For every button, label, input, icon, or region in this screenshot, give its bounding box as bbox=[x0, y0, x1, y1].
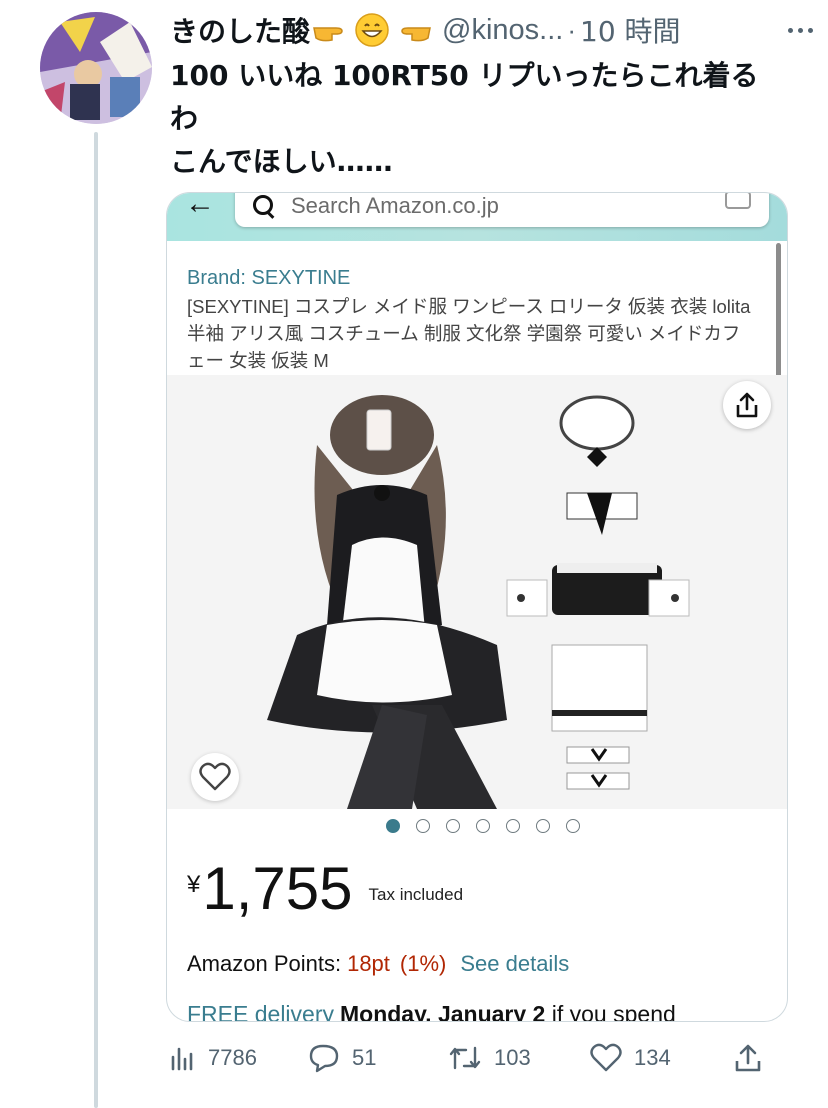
thread-line bbox=[94, 132, 98, 1108]
tweet-text-line: こんでほしい…… bbox=[170, 145, 393, 178]
free-delivery-label: FREE delivery bbox=[187, 1001, 334, 1022]
pagination-dot bbox=[476, 819, 490, 833]
pagination-dot bbox=[506, 819, 520, 833]
search-placeholder: Search Amazon.co.jp bbox=[291, 193, 499, 218]
more-icon[interactable] bbox=[780, 14, 820, 46]
pagination-dot bbox=[446, 819, 460, 833]
tax-note: Tax included bbox=[368, 885, 464, 904]
points-percent: (1%) bbox=[399, 951, 447, 976]
header-separator: · bbox=[567, 14, 576, 45]
delivery-date: Monday, January 2 bbox=[339, 1001, 546, 1022]
product-title: [SEXYTINE] コスプレ メイド服 ワンピース ロリータ 仮装 衣装 lo… bbox=[187, 296, 751, 371]
retweet-button[interactable]: 103 bbox=[448, 1034, 531, 1082]
like-icon bbox=[590, 1043, 634, 1073]
camera-icon bbox=[725, 193, 751, 209]
see-details-link: See details bbox=[460, 951, 570, 976]
pointing-right-emoji-icon bbox=[312, 16, 348, 44]
reply-count: 51 bbox=[352, 1045, 377, 1070]
back-arrow-icon: ← bbox=[185, 192, 215, 220]
views-button[interactable]: 7786 bbox=[170, 1034, 257, 1082]
pagination-dot bbox=[416, 819, 430, 833]
points-label: Amazon Points: bbox=[187, 951, 342, 976]
amazon-header-bar: ← Search Amazon.co.jp bbox=[167, 193, 787, 241]
points-value: 18pt bbox=[347, 951, 390, 976]
delivery-condition: if you spend bbox=[545, 1001, 676, 1022]
tweet-header: きのした酸 @kinos... · 10 時間 bbox=[170, 10, 820, 50]
reply-icon bbox=[308, 1043, 352, 1073]
pointing-left-emoji-icon bbox=[396, 16, 432, 44]
price: 1,755 bbox=[202, 855, 353, 922]
media-screenshot-card[interactable]: ← Search Amazon.co.jp Brand: SEXYTINE [S… bbox=[166, 192, 788, 1022]
author-handle[interactable]: @kinos... bbox=[442, 14, 563, 47]
image-pagination-dots bbox=[167, 819, 787, 835]
like-count: 134 bbox=[634, 1045, 671, 1070]
pagination-dot bbox=[386, 819, 400, 833]
avatar[interactable] bbox=[40, 12, 152, 124]
share-tweet-icon bbox=[734, 1043, 774, 1073]
share-tweet-button[interactable] bbox=[734, 1034, 774, 1082]
grinning-emoji-icon bbox=[354, 12, 390, 48]
pagination-dot bbox=[536, 819, 550, 833]
product-brand: Brand: SEXYTINE bbox=[187, 267, 351, 289]
tweet-text-line: 100 いいね 100RT50 リプいったらこれ着る bbox=[170, 59, 759, 92]
tweet-time[interactable]: 10 時間 bbox=[580, 10, 681, 50]
views-icon bbox=[170, 1045, 208, 1071]
share-icon bbox=[723, 381, 771, 429]
search-bar: Search Amazon.co.jp bbox=[235, 193, 769, 227]
retweet-icon bbox=[448, 1044, 494, 1072]
product-image bbox=[167, 375, 787, 809]
pagination-dot bbox=[566, 819, 580, 833]
author-name[interactable]: きのした酸 bbox=[170, 10, 310, 50]
retweet-count: 103 bbox=[494, 1045, 531, 1070]
tweet-text-line: わ bbox=[170, 102, 199, 135]
reply-button[interactable]: 51 bbox=[308, 1034, 376, 1082]
tweet-actions: 7786 51 103 134 bbox=[170, 1034, 810, 1082]
search-icon bbox=[251, 193, 277, 219]
views-count: 7786 bbox=[208, 1045, 257, 1070]
heart-icon bbox=[191, 753, 239, 801]
like-button[interactable]: 134 bbox=[590, 1034, 671, 1082]
price-row: ¥ 1,755 Tax included bbox=[187, 857, 463, 927]
tweet-text: 100 いいね 100RT50 リプいったらこれ着る わ こんでほしい…… bbox=[170, 54, 810, 183]
amazon-points: Amazon Points: 18pt (1%) See details bbox=[187, 951, 569, 977]
currency-symbol: ¥ bbox=[187, 871, 201, 898]
delivery-info: FREE delivery Monday, January 2 if you sp… bbox=[187, 1001, 676, 1022]
